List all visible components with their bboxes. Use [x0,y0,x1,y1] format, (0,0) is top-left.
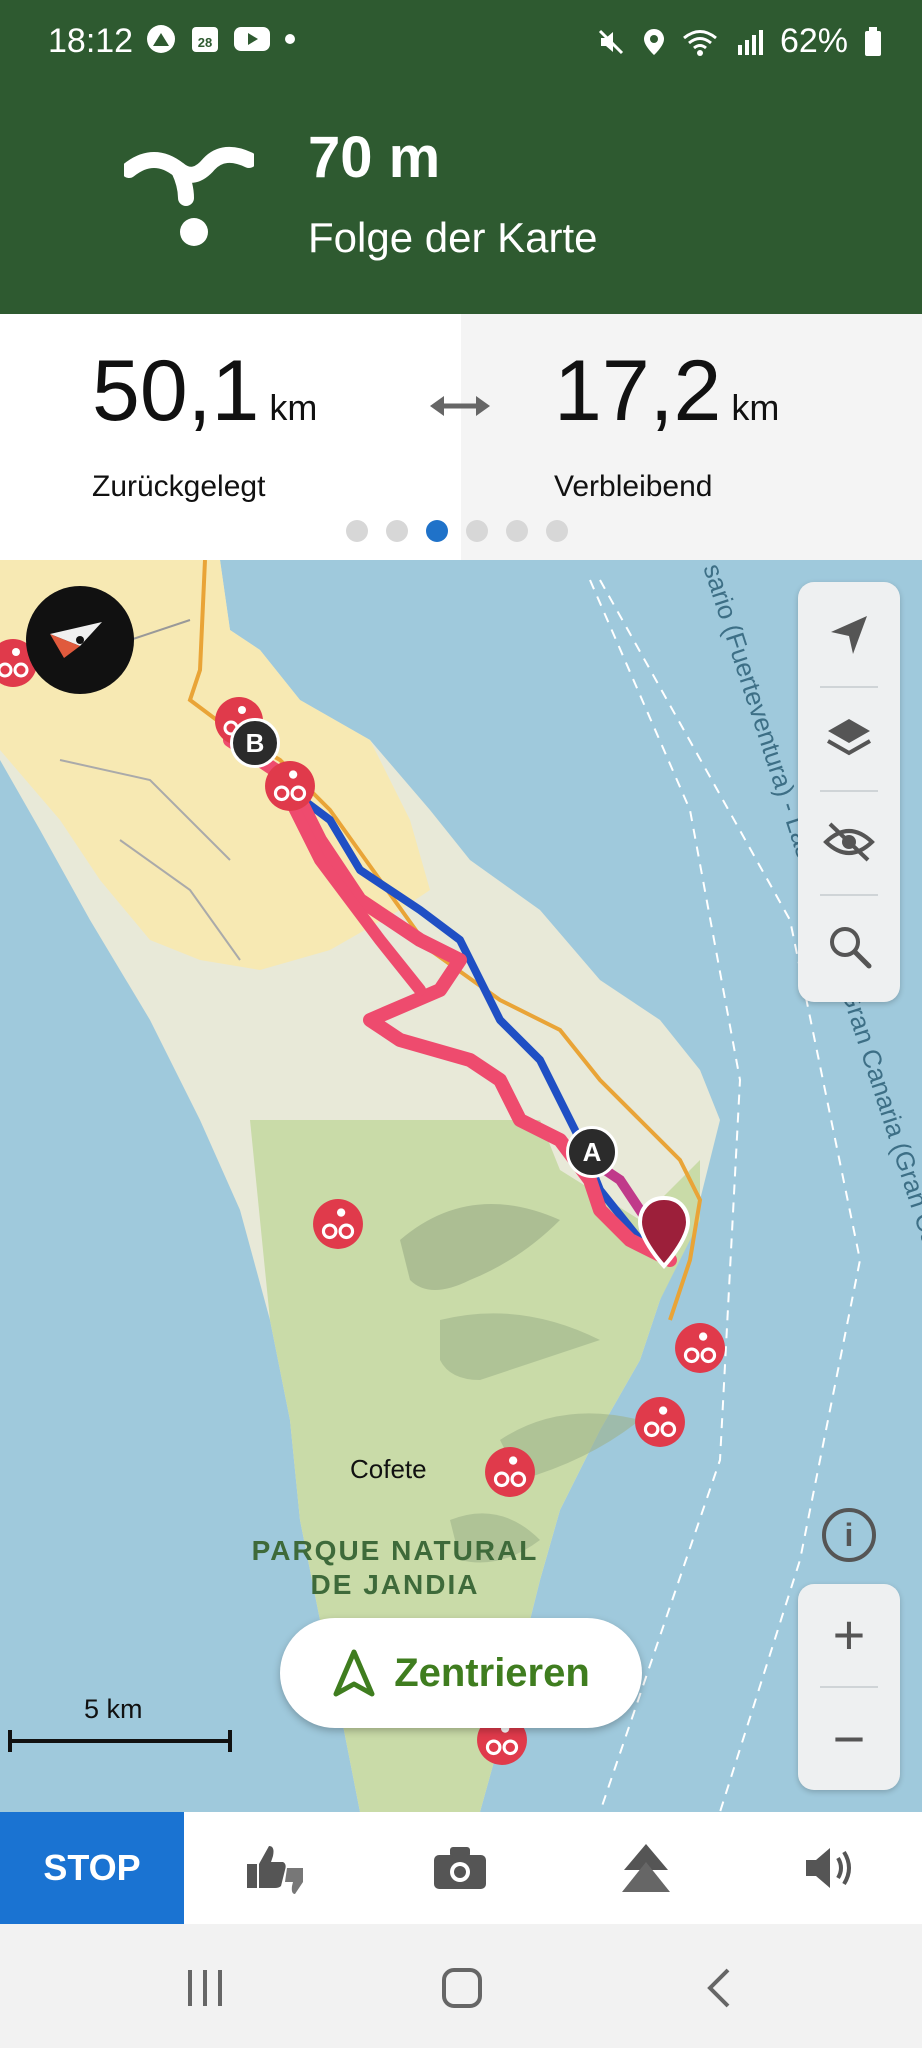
mute-icon [598,29,623,54]
page-dot[interactable] [386,520,408,542]
navigation-header: 18:12 28 62% 70 m Folge der Karte [0,0,922,314]
map-view[interactable]: B A Cofete PARQUE NATURAL DE JANDIA sari… [0,560,922,1812]
layers-button[interactable] [798,686,900,790]
distance-traveled: 50,1 km Zurückgelegt [92,342,318,503]
eye-off-icon [823,822,875,862]
route-marker-b[interactable]: B [230,718,280,768]
park-label: PARQUE NATURAL DE JANDIA [240,1534,550,1602]
map-controls [798,582,900,1002]
calendar-day: 28 [198,35,212,50]
info-button[interactable]: i [822,1508,876,1562]
status-bar: 18:12 28 62% [0,0,922,86]
speaker-icon [806,1848,851,1888]
camera-icon [434,1847,486,1889]
battery-icon [865,26,881,56]
calendar-icon: 28 [192,27,218,52]
page-dot[interactable] [426,520,448,542]
center-button[interactable]: Zentrieren [280,1618,642,1728]
traveled-label: Zurückgelegt [92,470,266,503]
location-icon [643,28,664,55]
home-icon[interactable] [440,1966,484,2010]
bike-poi-icon[interactable] [264,760,316,812]
compass-button[interactable] [26,586,134,694]
next-maneuver-distance: 70 m [308,125,441,190]
bottom-action-bar: STOP [0,1812,922,1924]
system-navigation-bar [0,1924,922,2048]
navigation-screen: 18:12 28 62% 70 m Folge der Karte 50,1 k… [0,0,922,2048]
bike-poi-icon[interactable] [634,1396,686,1448]
navigation-arrow-icon [831,616,867,654]
remaining-value: 17,2 [554,343,722,439]
compass-icon [50,622,102,658]
locate-button[interactable] [798,582,900,686]
scale-label: 5 km [84,1694,143,1724]
park-label-line2: DE JANDIA [310,1569,480,1600]
traveled-value: 50,1 [92,343,260,439]
page-dot[interactable] [506,520,528,542]
distance-remaining: 17,2 km Verbleibend [554,342,780,503]
battery-percent: 62% [779,22,848,60]
youtube-icon [234,27,270,51]
remaining-unit: km [731,387,780,428]
bike-poi-icon[interactable] [484,1446,536,1498]
app-notification-icon [147,25,175,53]
place-label-cofete: Cofete [350,1454,427,1484]
mountain-icon [622,1844,670,1892]
marker-a-label: A [582,1136,602,1167]
bike-poi-icon[interactable] [312,1198,364,1250]
search-icon [830,927,872,969]
zoom-out-button[interactable]: − [798,1688,900,1788]
current-location-pin-icon [637,1196,691,1269]
status-time: 18:12 [48,22,134,60]
feedback-button[interactable] [216,1812,336,1924]
zoom-in-button[interactable]: + [798,1584,900,1684]
dot-icon [285,34,295,44]
status-right: 62% [596,22,882,61]
hide-button[interactable] [798,790,900,894]
route-marker-a[interactable]: A [566,1126,618,1178]
elevation-button[interactable] [586,1812,706,1924]
recent-apps-icon[interactable] [184,1968,226,2008]
sound-button[interactable] [770,1812,890,1924]
info-icon: i [844,1516,854,1553]
page-indicator [346,520,568,542]
page-dot[interactable] [466,520,488,542]
stop-button[interactable]: STOP [0,1812,184,1924]
remaining-label: Verbleibend [554,470,713,503]
layers-icon [827,719,871,756]
park-label-line1: PARQUE NATURAL [251,1535,539,1566]
navigation-cone-icon [333,1649,375,1697]
map-scale: 5 km [8,1694,232,1754]
wifi-icon [682,29,717,56]
signal-icon [737,29,763,55]
maneuver-instruction: Folge der Karte [308,214,598,261]
scale-bar [8,1730,232,1752]
page-dot[interactable] [346,520,368,542]
page-dot[interactable] [546,520,568,542]
marker-b-label: B [245,727,265,758]
turn-direction-icon [124,146,254,246]
zoom-controls: + − [798,1584,900,1790]
swap-arrows-icon [430,396,490,416]
center-button-label: Zentrieren [394,1650,590,1695]
traveled-unit: km [269,387,318,428]
camera-button[interactable] [400,1812,520,1924]
back-icon[interactable] [704,1966,734,2010]
thumbs-up-down-icon [247,1846,303,1894]
search-button[interactable] [798,894,900,998]
status-left-icons: 28 [146,24,296,54]
bike-poi-icon[interactable] [674,1322,726,1374]
